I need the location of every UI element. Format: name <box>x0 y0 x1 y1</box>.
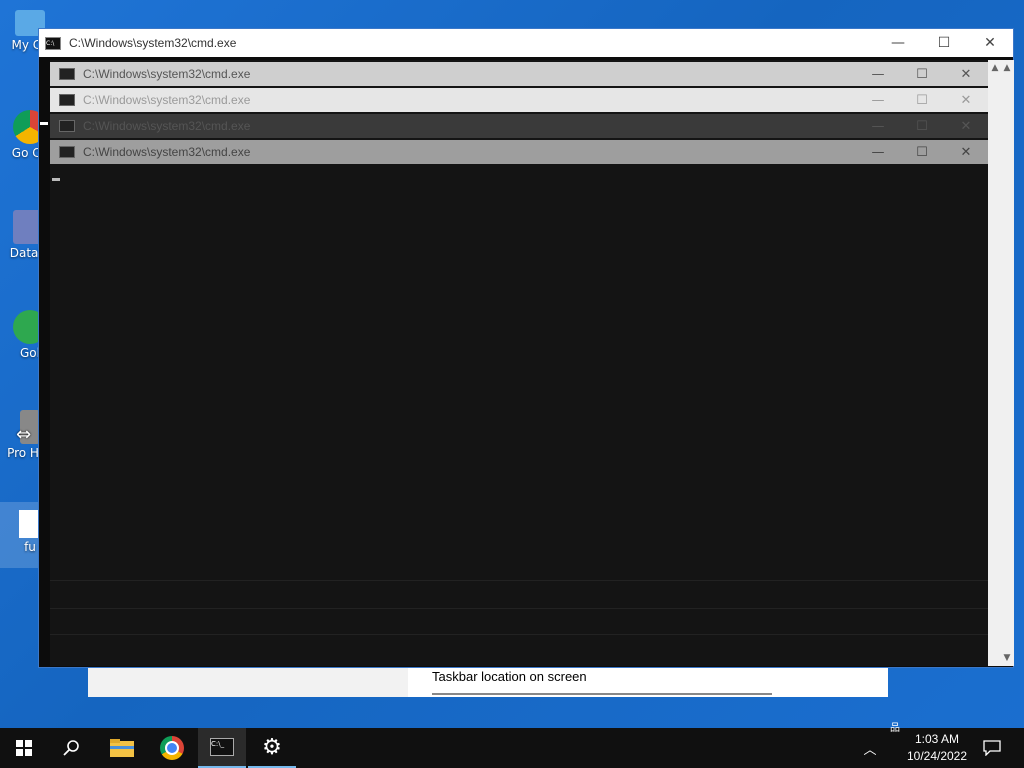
ghost-maximize-icon: ☐ <box>916 92 928 108</box>
windows-logo-icon <box>16 740 32 756</box>
ghost-title: C:\Windows\system32\cmd.exe <box>83 145 251 159</box>
ghost-close-icon: ✕ <box>960 92 972 108</box>
cmd-icon <box>59 146 75 158</box>
search-icon <box>63 740 79 756</box>
cmd-icon: C:\_ <box>210 738 234 756</box>
ghost-stack: C:\Windows\system32\cmd.exe — ☐ ✕ C:\Win… <box>0 0 1024 768</box>
ghost-maximize-icon: ☐ <box>916 66 928 82</box>
action-center-button[interactable] <box>972 728 1012 768</box>
console-separator <box>50 580 988 581</box>
file-explorer-button[interactable] <box>98 728 146 768</box>
ghost-titlebar: C:\Windows\system32\cmd.exe — ☐ ✕ <box>50 114 988 138</box>
cmd-icon <box>59 120 75 132</box>
chrome-icon <box>160 736 184 760</box>
file-explorer-icon <box>110 739 134 757</box>
scroll-down-icon[interactable]: ▼ <box>1000 650 1014 666</box>
ghost-minimize-icon: — <box>871 66 885 82</box>
network-icon: 品 <box>890 722 900 734</box>
ghost-title: C:\Windows\system32\cmd.exe <box>83 67 251 81</box>
taskbar: C:\_ ⚙ ︿ 品 1:03 AM 10/24/2022 <box>0 723 1024 768</box>
start-button[interactable] <box>0 728 48 768</box>
resize-cursor-icon: ⇔ <box>16 424 32 445</box>
ghost-minimize-icon: — <box>871 118 885 134</box>
ghost-maximize-icon: ☐ <box>916 144 928 160</box>
ghost-titlebar: C:\Windows\system32\cmd.exe — ☐ ✕ <box>50 140 988 164</box>
chrome-taskbar-button[interactable] <box>148 728 196 768</box>
ghost-titlebar: C:\Windows\system32\cmd.exe — ☐ ✕ <box>50 62 988 86</box>
ghost-close-icon: ✕ <box>960 144 972 160</box>
clock[interactable]: 1:03 AM 10/24/2022 <box>902 731 972 765</box>
ghost-title: C:\Windows\system32\cmd.exe <box>83 93 251 107</box>
console-separator <box>50 634 988 635</box>
clock-date: 10/24/2022 <box>906 749 968 763</box>
chevron-up-icon: ︿ <box>863 742 877 758</box>
console-separator <box>50 608 988 609</box>
notification-icon <box>983 740 1001 756</box>
console-cursor-ghost <box>40 122 48 125</box>
ghost-close-icon: ✕ <box>960 118 972 134</box>
cmd-icon <box>59 68 75 80</box>
ghost-close-icon: ✕ <box>960 66 972 82</box>
clock-time: 1:03 AM <box>914 732 960 746</box>
ghost-titlebar: C:\Windows\system32\cmd.exe — ☐ ✕ <box>50 88 988 112</box>
ghost-minimize-icon: — <box>871 92 885 108</box>
settings-gear-icon: ⚙ <box>262 734 282 760</box>
ghost-minimize-icon: — <box>871 144 885 160</box>
cmd-icon <box>59 94 75 106</box>
search-button[interactable] <box>48 728 96 768</box>
cmd-taskbar-button[interactable]: C:\_ <box>198 728 246 768</box>
vertical-scrollbar[interactable]: ▲ ▼ <box>1000 60 1014 666</box>
settings-taskbar-button[interactable]: ⚙ <box>248 728 296 768</box>
ghost-title: C:\Windows\system32\cmd.exe <box>83 119 251 133</box>
console-cursor <box>52 178 60 181</box>
scroll-up-icon[interactable]: ▲ <box>1000 60 1014 76</box>
ghost-maximize-icon: ☐ <box>916 118 928 134</box>
